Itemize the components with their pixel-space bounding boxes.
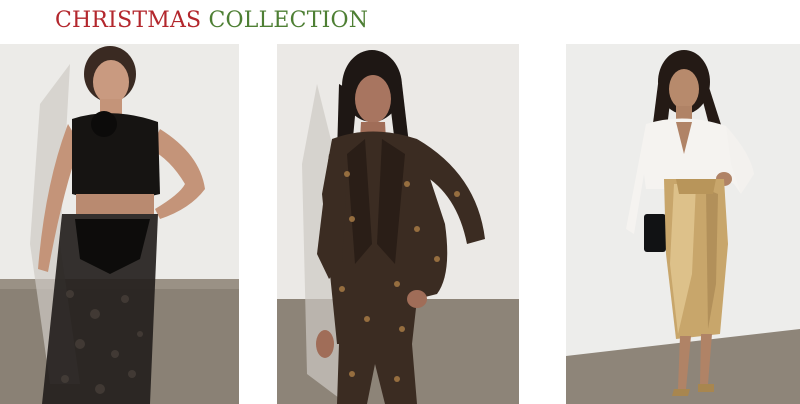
brocade-suit-image: [277, 44, 519, 404]
section-title-collection: COLLECTION: [208, 8, 369, 33]
product-photo-brocade-suit[interactable]: [277, 44, 519, 404]
product-photo-black-lace-look[interactable]: [0, 44, 239, 404]
section-title: CHRISTMAS COLLECTION: [55, 6, 368, 36]
gold-skirt-look-image: [566, 44, 800, 404]
black-lace-look-image: [0, 44, 239, 404]
product-photo-gold-skirt-look[interactable]: [566, 44, 800, 404]
section-title-christmas: CHRISTMAS: [55, 8, 202, 33]
